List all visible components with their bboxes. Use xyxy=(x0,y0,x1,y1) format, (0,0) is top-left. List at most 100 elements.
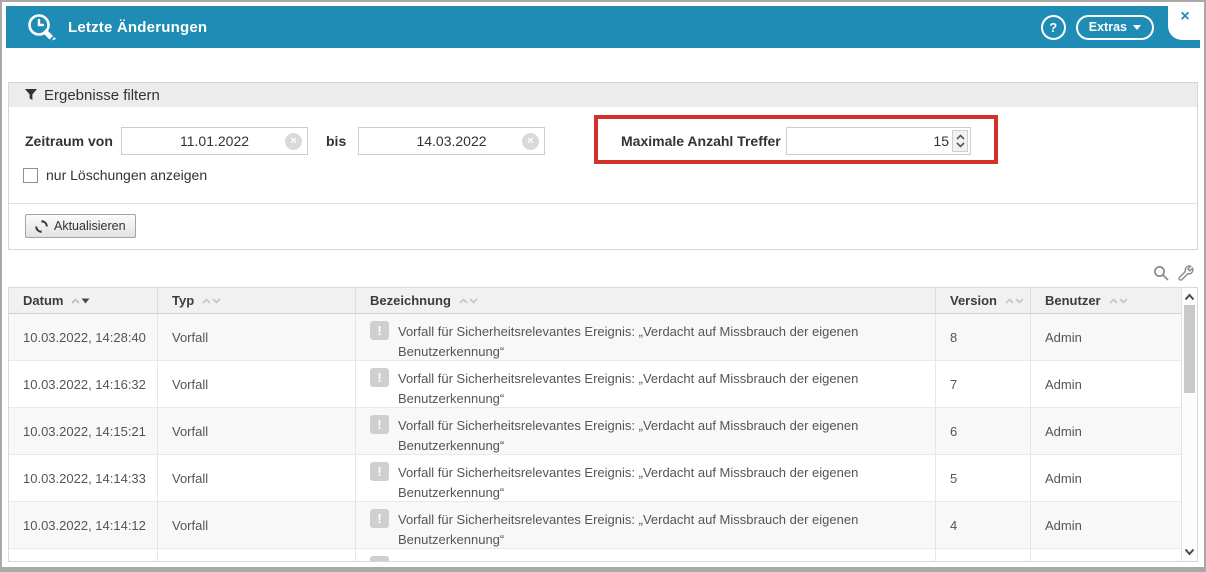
column-header-typ-label: Typ xyxy=(172,293,194,308)
cell-version: 7 xyxy=(936,361,1031,407)
cell-datum: 10.03.2022, 14:14:33 xyxy=(9,455,158,501)
filter-panel-header: Ergebnisse filtern xyxy=(9,83,1197,107)
search-icon[interactable] xyxy=(1153,265,1169,281)
filter-divider xyxy=(9,203,1197,204)
date-from-input[interactable]: 11.01.2022 × xyxy=(121,127,308,155)
column-header-bezeichnung[interactable]: Bezeichnung xyxy=(356,288,936,313)
column-header-bezeichnung-label: Bezeichnung xyxy=(370,293,451,308)
column-header-version-label: Version xyxy=(950,293,997,308)
cell-typ xyxy=(158,549,356,562)
cell-bezeichnung: ! Vorfall für Sicherheitsrelevantes Erei… xyxy=(356,361,936,407)
warning-icon: ! xyxy=(370,368,389,387)
clear-date-to-icon[interactable]: × xyxy=(522,133,539,150)
column-header-datum[interactable]: Datum xyxy=(9,288,158,313)
extras-button-label: Extras xyxy=(1089,20,1127,34)
date-from-value: 11.01.2022 xyxy=(180,133,249,149)
wrench-icon[interactable] xyxy=(1178,265,1194,281)
clear-date-from-icon[interactable]: × xyxy=(285,133,302,150)
cell-version: 5 xyxy=(936,455,1031,501)
max-treffer-label: Maximale Anzahl Treffer xyxy=(621,127,781,155)
cell-benutzer: Admin xyxy=(1031,361,1182,407)
table-row[interactable]: 10.03.2022, 14:16:32 Vorfall ! Vorfall f… xyxy=(9,361,1182,408)
sort-benutzer-icon xyxy=(1109,298,1128,304)
cell-bezeichnung-text: Vorfall für Sicherheitsrelevantes Ereign… xyxy=(398,509,898,548)
chevron-down-icon xyxy=(1133,25,1141,30)
table-row-partial[interactable] xyxy=(9,549,1182,562)
sort-typ-icon xyxy=(202,298,221,304)
cell-datum: 10.03.2022, 14:15:21 xyxy=(9,408,158,454)
warning-icon: ! xyxy=(370,462,389,481)
titlebar-actions: ? Extras xyxy=(1041,6,1154,48)
cell-version: 6 xyxy=(936,408,1031,454)
vertical-scrollbar[interactable] xyxy=(1181,288,1197,561)
titlebar: Letzte Änderungen ? Extras xyxy=(6,6,1200,48)
cell-benutzer: Admin xyxy=(1031,502,1182,548)
only-deletions-checkbox[interactable] xyxy=(23,168,38,183)
last-changes-window: Letzte Änderungen ? Extras × Ergebnisse … xyxy=(0,0,1206,572)
cell-bezeichnung-text: Vorfall für Sicherheitsrelevantes Ereign… xyxy=(398,462,898,501)
cell-typ: Vorfall xyxy=(158,455,356,501)
cell-bezeichnung: ! Vorfall für Sicherheitsrelevantes Erei… xyxy=(356,455,936,501)
cell-datum: 10.03.2022, 14:14:12 xyxy=(9,502,158,548)
warning-icon xyxy=(370,556,389,562)
cell-version: 8 xyxy=(936,314,1031,360)
extras-button[interactable]: Extras xyxy=(1076,15,1154,40)
refresh-button-label: Aktualisieren xyxy=(54,219,126,233)
cell-version xyxy=(936,549,1031,562)
cell-bezeichnung-text: Vorfall für Sicherheitsrelevantes Ereign… xyxy=(398,415,898,454)
spinner-down-icon xyxy=(956,142,965,148)
cell-benutzer xyxy=(1031,549,1182,562)
table-row[interactable]: 10.03.2022, 14:28:40 Vorfall ! Vorfall f… xyxy=(9,314,1182,361)
refresh-button[interactable]: Aktualisieren xyxy=(25,214,136,238)
corner-close-container: × xyxy=(1168,4,1202,40)
sort-bezeichnung-icon xyxy=(459,298,478,304)
cell-datum xyxy=(9,549,158,562)
cell-typ: Vorfall xyxy=(158,408,356,454)
warning-icon: ! xyxy=(370,321,389,340)
cell-bezeichnung xyxy=(356,549,936,562)
cell-typ: Vorfall xyxy=(158,314,356,360)
filter-panel: Ergebnisse filtern Zeitraum von 11.01.20… xyxy=(8,82,1198,250)
spinner-up-icon xyxy=(956,134,965,140)
cell-bezeichnung: ! Vorfall für Sicherheitsrelevantes Erei… xyxy=(356,408,936,454)
date-to-value: 14.03.2022 xyxy=(416,133,486,149)
column-header-benutzer[interactable]: Benutzer xyxy=(1031,288,1182,313)
help-button[interactable]: ? xyxy=(1041,15,1066,40)
column-header-datum-label: Datum xyxy=(23,293,63,308)
cell-bezeichnung: ! Vorfall für Sicherheitsrelevantes Erei… xyxy=(356,314,936,360)
warning-icon: ! xyxy=(370,415,389,434)
table-row[interactable]: 10.03.2022, 14:14:12 Vorfall ! Vorfall f… xyxy=(9,502,1182,549)
scroll-down-icon[interactable] xyxy=(1183,545,1196,559)
column-header-version[interactable]: Version xyxy=(936,288,1031,313)
filter-funnel-icon xyxy=(25,89,37,101)
cell-bezeichnung-text: Vorfall für Sicherheitsrelevantes Ereign… xyxy=(398,368,898,407)
number-spinner[interactable] xyxy=(952,130,968,152)
date-to-input[interactable]: 14.03.2022 × xyxy=(358,127,545,155)
sort-datum-desc-icon xyxy=(71,298,90,304)
warning-icon: ! xyxy=(370,509,389,528)
results-table: Datum Typ Bezeichnung xyxy=(8,287,1198,562)
refresh-icon xyxy=(35,220,48,233)
close-button[interactable]: × xyxy=(1180,9,1189,25)
max-treffer-value: 15 xyxy=(787,133,952,149)
only-deletions-label: nur Löschungen anzeigen xyxy=(46,167,207,183)
table-row[interactable]: 10.03.2022, 14:15:21 Vorfall ! Vorfall f… xyxy=(9,408,1182,455)
clock-pencil-icon xyxy=(26,12,60,42)
cell-benutzer: Admin xyxy=(1031,455,1182,501)
table-row[interactable]: 10.03.2022, 14:14:33 Vorfall ! Vorfall f… xyxy=(9,455,1182,502)
column-header-benutzer-label: Benutzer xyxy=(1045,293,1101,308)
sort-version-icon xyxy=(1005,298,1024,304)
column-header-typ[interactable]: Typ xyxy=(158,288,356,313)
cell-typ: Vorfall xyxy=(158,361,356,407)
table-toolbar xyxy=(1153,265,1194,281)
cell-datum: 10.03.2022, 14:16:32 xyxy=(9,361,158,407)
page-title: Letzte Änderungen xyxy=(68,19,207,36)
scroll-up-icon[interactable] xyxy=(1183,290,1196,304)
max-treffer-input[interactable]: 15 xyxy=(786,127,971,155)
scrollbar-thumb[interactable] xyxy=(1184,305,1195,393)
bis-label: bis xyxy=(326,127,346,155)
table-header-row: Datum Typ Bezeichnung xyxy=(9,288,1182,314)
cell-version: 4 xyxy=(936,502,1031,548)
zeitraum-von-label: Zeitraum von xyxy=(25,127,113,155)
cell-benutzer: Admin xyxy=(1031,314,1182,360)
